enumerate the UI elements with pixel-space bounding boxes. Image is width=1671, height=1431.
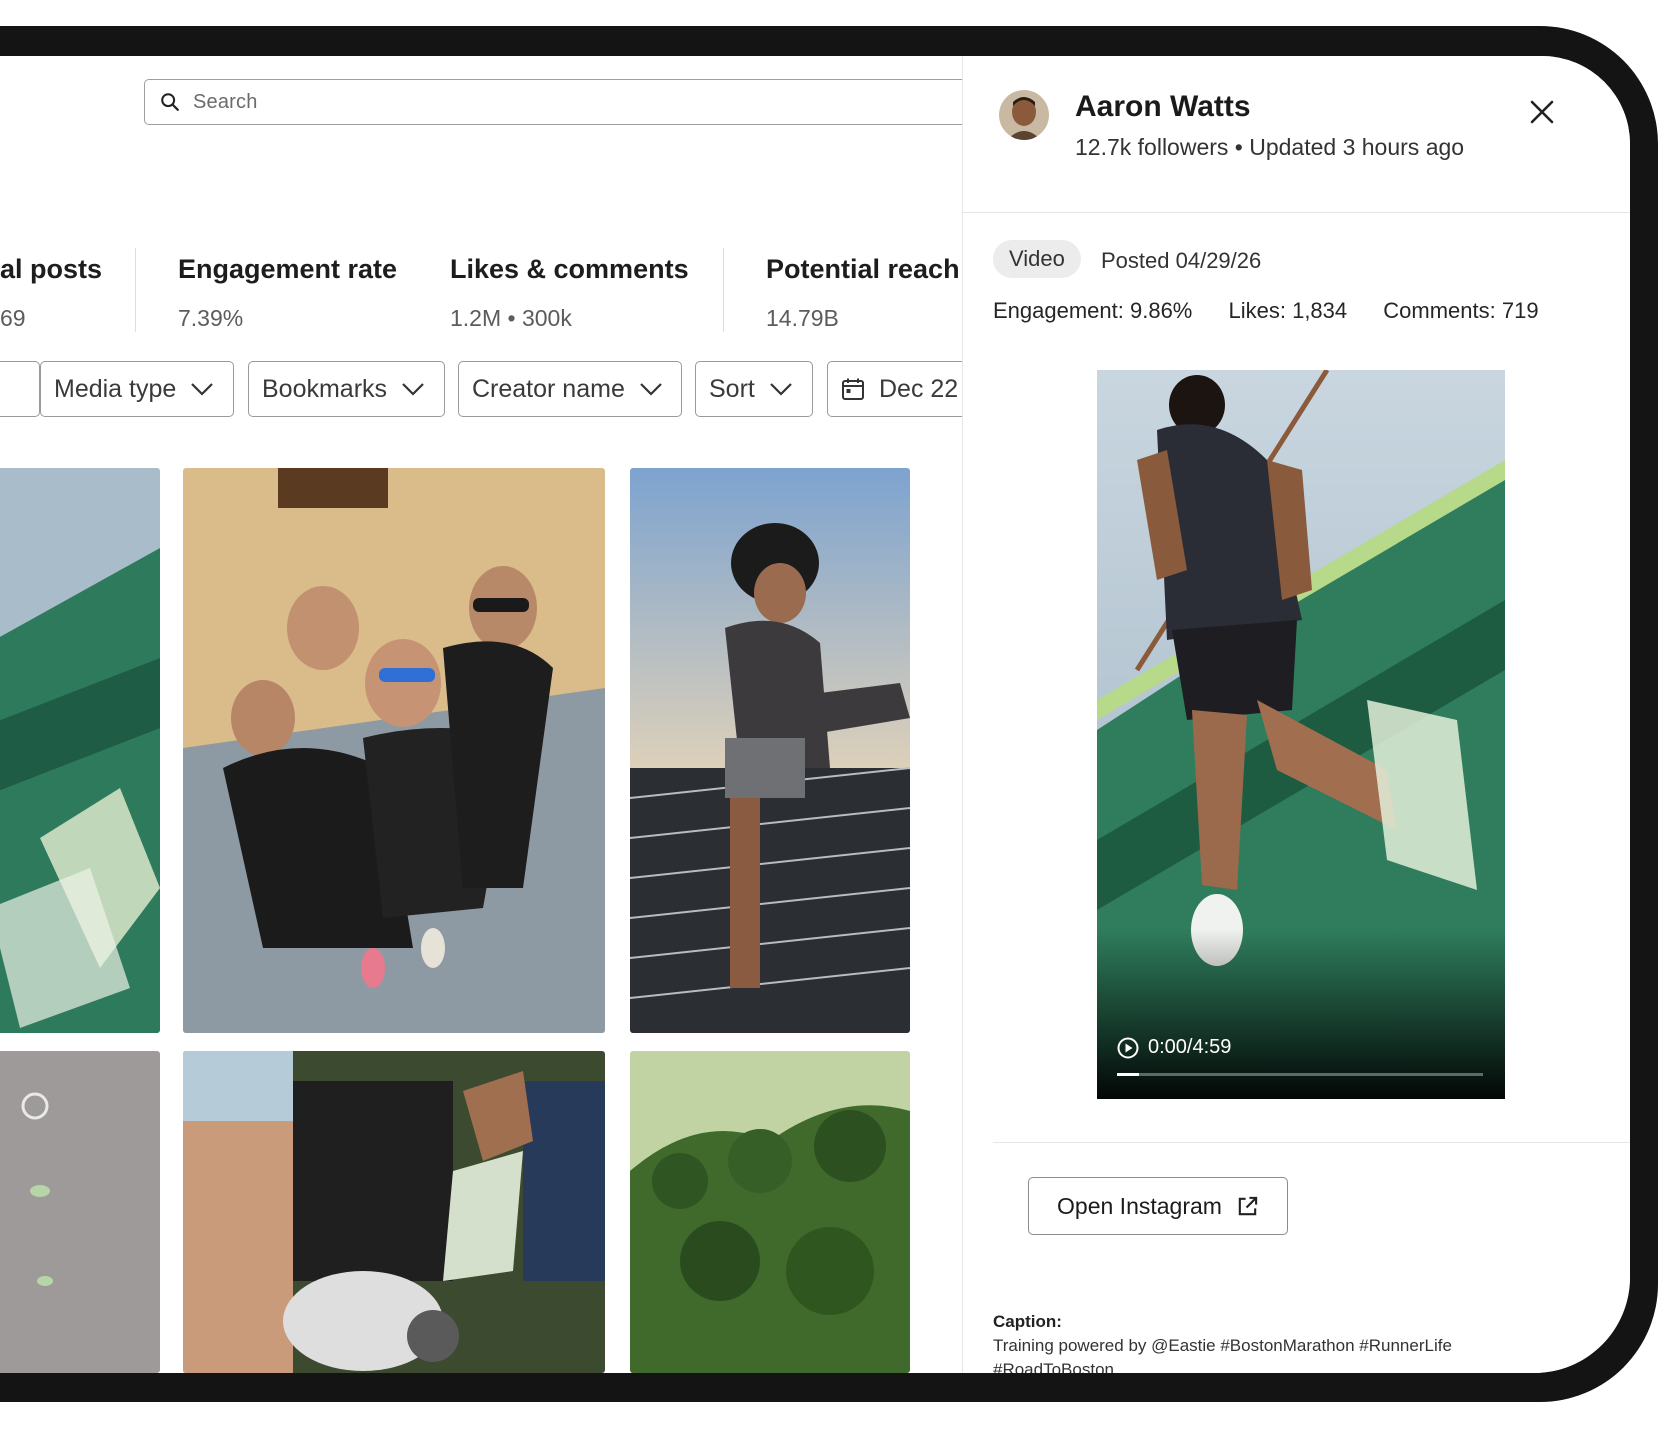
- stat-value: 14.79B: [766, 305, 839, 331]
- runner-image: [0, 468, 160, 1033]
- video-controls[interactable]: 0:00/4:59: [1117, 1036, 1231, 1059]
- stat-potential-reach: Potential reach 14.79B: [766, 254, 960, 332]
- stat-engagement-rate: Engagement rate 7.39%: [178, 254, 397, 332]
- panel-divider: [963, 212, 1630, 213]
- media-type-badge: Video: [993, 240, 1081, 278]
- filter-media-type[interactable]: Media type: [40, 361, 234, 417]
- video-progress-fill: [1117, 1073, 1139, 1076]
- media-tile-group-photo[interactable]: [183, 468, 605, 1033]
- video-timestamp: 0:00/4:59: [1148, 1036, 1232, 1058]
- open-instagram-label: Open Instagram: [1057, 1192, 1222, 1219]
- stat-title: Potential reach: [766, 254, 960, 284]
- media-tile-stretch[interactable]: [630, 468, 910, 1033]
- filter-label: Dec 22: [879, 374, 959, 403]
- filter-sort[interactable]: Sort: [695, 361, 813, 417]
- stat-value: 1.2M • 300k: [450, 305, 572, 331]
- stat-total-posts: al posts 69: [0, 254, 102, 332]
- post-metrics: Engagement: 9.86% Likes: 1,834 Comments:…: [993, 298, 1569, 324]
- video-player[interactable]: 0:00/4:59: [1097, 370, 1505, 1099]
- stat-value: 7.39%: [178, 305, 244, 331]
- creator-meta: 12.7k followers • Updated 3 hours ago: [1075, 134, 1465, 160]
- close-icon[interactable]: [1529, 99, 1555, 125]
- shirt-image: [0, 1051, 160, 1373]
- media-tile-street-run[interactable]: [183, 1051, 605, 1373]
- stat-value: 69: [0, 305, 26, 331]
- filter-partial[interactable]: [0, 361, 40, 417]
- chevron-down-icon: [191, 383, 214, 396]
- caption-text: Training powered by @Eastie #BostonMarat…: [993, 1336, 1452, 1373]
- engagement-metric: Engagement: 9.86%: [993, 298, 1193, 323]
- filter-label: Creator name: [472, 374, 625, 403]
- filter-label: Media type: [54, 374, 177, 403]
- stretch-image: [630, 468, 910, 1033]
- stat-title: al posts: [0, 254, 103, 284]
- media-tile-hills[interactable]: [630, 1051, 910, 1373]
- caption-label: Caption:: [993, 1312, 1062, 1331]
- hills-image: [630, 1051, 910, 1373]
- filter-creator-name[interactable]: Creator name: [458, 361, 682, 417]
- filter-label: Sort: [709, 374, 755, 403]
- stat-likes-comments: Likes & comments 1.2M • 300k: [450, 254, 689, 332]
- play-icon[interactable]: [1117, 1037, 1139, 1059]
- street-run-image: [183, 1051, 605, 1373]
- external-link-icon: [1238, 1196, 1258, 1215]
- chevron-down-icon: [640, 383, 662, 396]
- panel-divider: [993, 1142, 1630, 1143]
- stat-title: Engagement rate: [178, 254, 398, 284]
- app-screen: Search al posts 69 Engagement rate 7.39%…: [0, 56, 1630, 1373]
- posted-date: Posted 04/29/26: [1101, 248, 1262, 273]
- stat-title: Likes & comments: [450, 254, 689, 284]
- calendar-icon: [842, 378, 864, 400]
- likes-metric: Likes: 1,834: [1228, 298, 1348, 323]
- video-progress-bar[interactable]: [1117, 1073, 1483, 1076]
- media-tile-runner[interactable]: [0, 468, 160, 1033]
- media-tile-shirt[interactable]: [0, 1051, 160, 1373]
- post-detail-panel: Aaron Watts 12.7k followers • Updated 3 …: [962, 56, 1630, 1373]
- group-photo-image: [183, 468, 605, 1033]
- chevron-down-icon: [770, 383, 792, 396]
- creator-name: Aaron Watts: [1075, 90, 1251, 123]
- search-icon: [161, 93, 179, 111]
- avatar: [999, 90, 1049, 140]
- chevron-down-icon: [402, 383, 424, 396]
- stat-divider: [723, 248, 724, 332]
- stat-divider: [135, 248, 136, 332]
- filter-bookmarks[interactable]: Bookmarks: [248, 361, 445, 417]
- avatar-image: [999, 90, 1049, 140]
- open-instagram-button[interactable]: Open Instagram: [1028, 1177, 1288, 1235]
- search-input[interactable]: Search: [144, 79, 994, 125]
- filter-label: Bookmarks: [262, 374, 388, 403]
- search-placeholder: Search: [193, 90, 258, 113]
- comments-metric: Comments: 719: [1383, 298, 1539, 323]
